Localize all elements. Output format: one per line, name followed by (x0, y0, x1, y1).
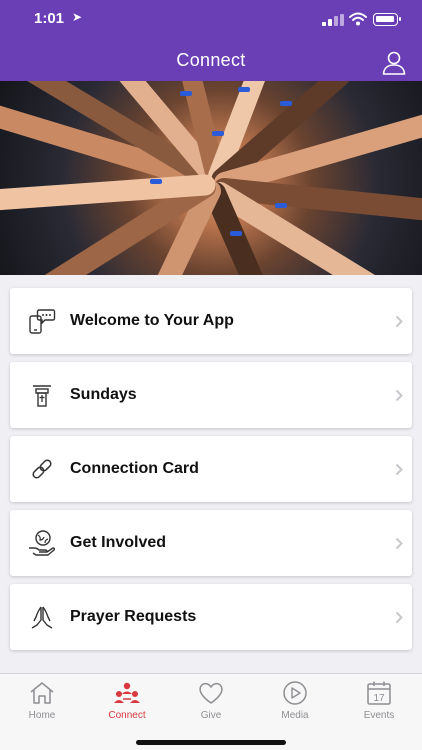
home-indicator[interactable] (136, 740, 286, 745)
home-icon (30, 682, 54, 704)
chat-phone-icon (29, 309, 56, 334)
calendar-day: 17 (373, 693, 385, 704)
chevron-right-icon (395, 611, 403, 624)
menu-item-connection-card[interactable]: Connection Card (10, 436, 412, 502)
signal-bars-icon (322, 14, 344, 26)
link-icon (32, 459, 52, 479)
tab-label: Media (281, 710, 309, 721)
menu-item-label: Sundays (70, 386, 137, 403)
hands-photo-icon (0, 81, 422, 275)
app-header: 1:01 ➤ Connect (0, 0, 422, 81)
tab-label: Connect (108, 710, 146, 721)
chevron-right-icon (395, 537, 403, 550)
menu-item-sundays[interactable]: Sundays (10, 362, 412, 428)
people-icon (114, 682, 140, 703)
menu-item-prayer-requests[interactable]: Prayer Requests (10, 584, 412, 650)
tab-media[interactable]: Media (265, 680, 325, 721)
tab-home[interactable]: Home (12, 680, 72, 721)
hero-image (0, 81, 422, 275)
calendar-icon: 17 (367, 681, 391, 705)
user-icon[interactable] (381, 50, 407, 76)
status-bar: 1:01 ➤ (0, 0, 422, 40)
tab-label: Home (28, 710, 56, 721)
play-circle-icon (283, 681, 307, 705)
tab-connect[interactable]: Connect (97, 680, 157, 721)
tab-events[interactable]: 17 Events (349, 680, 409, 721)
globe-hand-icon (29, 530, 56, 556)
chevron-right-icon (395, 315, 403, 328)
wifi-icon (349, 12, 367, 26)
praying-hands-icon (31, 606, 53, 629)
menu-item-welcome[interactable]: Welcome to Your App (10, 288, 412, 354)
battery-icon (373, 13, 401, 26)
menu-item-label: Prayer Requests (70, 608, 197, 625)
location-arrow-icon: ➤ (72, 10, 83, 24)
tab-label: Events (363, 710, 395, 721)
menu-item-label: Get Involved (70, 534, 167, 551)
tab-give[interactable]: Give (181, 680, 241, 721)
tab-label: Give (200, 710, 222, 721)
chevron-right-icon (395, 463, 403, 476)
heart-icon (199, 682, 223, 704)
pulpit-icon (33, 385, 51, 407)
menu-item-label: Connection Card (70, 460, 199, 477)
chevron-right-icon (395, 389, 403, 402)
menu-item-label: Welcome to Your App (70, 312, 234, 329)
page-title: Connect (176, 50, 246, 70)
menu-item-get-involved[interactable]: Get Involved (10, 510, 412, 576)
status-time: 1:01 (34, 10, 65, 27)
tab-bar: Home Connect Give Media 17 Events (0, 673, 422, 750)
